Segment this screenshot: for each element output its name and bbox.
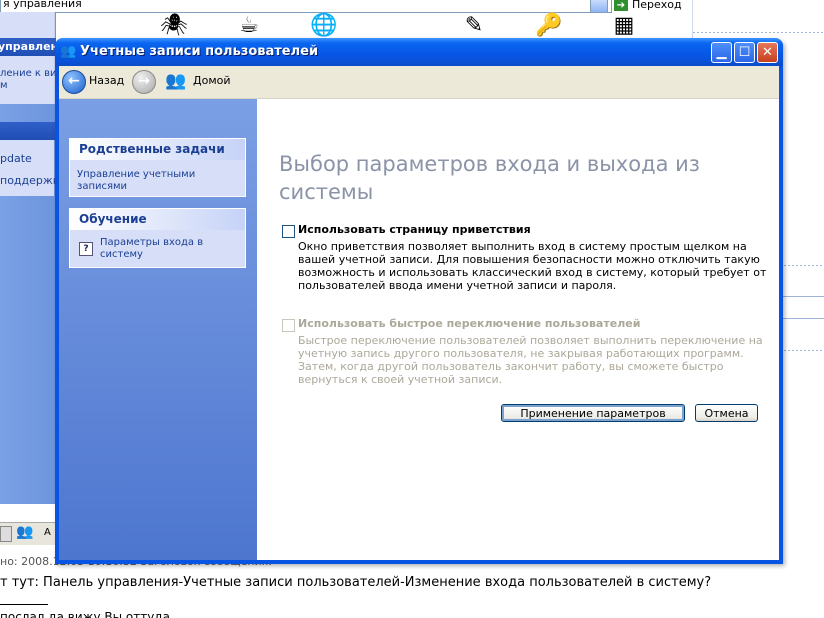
app-icon[interactable]: ▦ [610,12,638,40]
background-sidebar-title-2 [0,122,56,140]
help-icon: ? [79,242,93,256]
users-home-icon: 👥 [165,71,187,91]
home-button[interactable]: 👥 Домой [163,70,233,94]
close-button[interactable]: ✕ [757,42,778,63]
back-arrow-icon: ← [62,70,86,94]
background-taskbar-text: А [44,527,51,538]
forum-divider [0,604,48,605]
related-tasks-title: Родственные задачи [70,139,245,160]
forward-button[interactable]: → [132,70,156,94]
user-accounts-window: 👥 Учетные записи пользователей ▁ ☐ ✕ ← Н… [55,38,783,564]
pen-tool-icon[interactable]: ✎ [460,12,488,40]
background-icon-row: 🕷 ☕ 🌐 ✎ 🔑 ▦ [140,12,660,40]
java-icon[interactable]: ☕ [235,12,263,40]
page-title: Выбор параметров входа и выхода из систе… [279,152,700,204]
forum-post-text-2: послал да вижу Вы оттуда [0,610,170,618]
background-sidebar-link-2[interactable]: pdate [0,152,32,165]
related-tasks-pane: Родственные задачи Управление учетными з… [69,138,246,197]
background-separator [780,265,824,266]
cancel-button[interactable]: Отмена [695,404,758,422]
manage-accounts-link[interactable]: Управление учетными записями [77,169,237,193]
title-bar[interactable]: 👥 Учетные записи пользователей ▁ ☐ ✕ [55,38,783,66]
background-sidebar-link[interactable]: ление к вид м [0,68,56,92]
users-icon[interactable]: 👥 [16,524,33,540]
background-sidebar-pane-2 [0,140,54,196]
forum-post-text: т тут: Панель управления-Учетные записи … [0,575,712,590]
navigation-toolbar: ← Назад → 👥 Домой [59,66,779,99]
key-device-icon[interactable]: 🔑 [535,12,563,40]
background-separator [780,296,824,297]
welcome-screen-checkbox[interactable] [282,225,295,238]
window-icon[interactable] [0,526,12,542]
welcome-screen-description: Окно приветствия позволяет выполнить вхо… [298,240,767,292]
back-button[interactable]: ← Назад [62,70,124,94]
fast-user-switching-label: Использовать быстрое переключение пользо… [298,317,641,330]
background-separator [693,32,824,33]
background-sidebar-title: управления [0,38,56,56]
background-address-text: я управления [3,0,82,10]
learn-about-title: Обучение [70,209,245,230]
main-content: Выбор параметров входа и выхода из систе… [257,99,779,560]
background-separator [780,318,824,319]
fast-user-switching-description: Быстрое переключение пользователей позво… [298,334,763,386]
go-arrow-icon: ➔ [614,0,628,11]
window-client: ← Назад → 👥 Домой Родственные задачи Упр… [59,66,779,560]
back-label: Назад [89,74,125,87]
background-sidebar-link-3[interactable]: поддержк [0,174,59,187]
apply-options-button[interactable]: Применение параметров [501,404,685,422]
user-accounts-icon: 👥 [60,44,77,59]
task-sidebar: Родственные задачи Управление учетными з… [59,99,257,560]
background-go-label: Переход [632,0,682,11]
globe-icon[interactable]: 🌐 [310,12,338,40]
fast-user-switching-checkbox [282,319,295,332]
logon-options-help-link[interactable]: Параметры входа в систему [100,237,240,261]
learn-about-pane: Обучение ? Параметры входа в систему [69,208,246,268]
home-label: Домой [193,74,231,87]
spider-icon[interactable]: 🕷 [160,12,188,40]
maximize-button[interactable]: ☐ [734,42,755,63]
window-title: Учетные записи пользователей [80,44,319,59]
welcome-screen-label[interactable]: Использовать страницу приветствия [298,223,531,236]
minimize-button[interactable]: ▁ [711,42,732,63]
background-separator [780,350,824,351]
